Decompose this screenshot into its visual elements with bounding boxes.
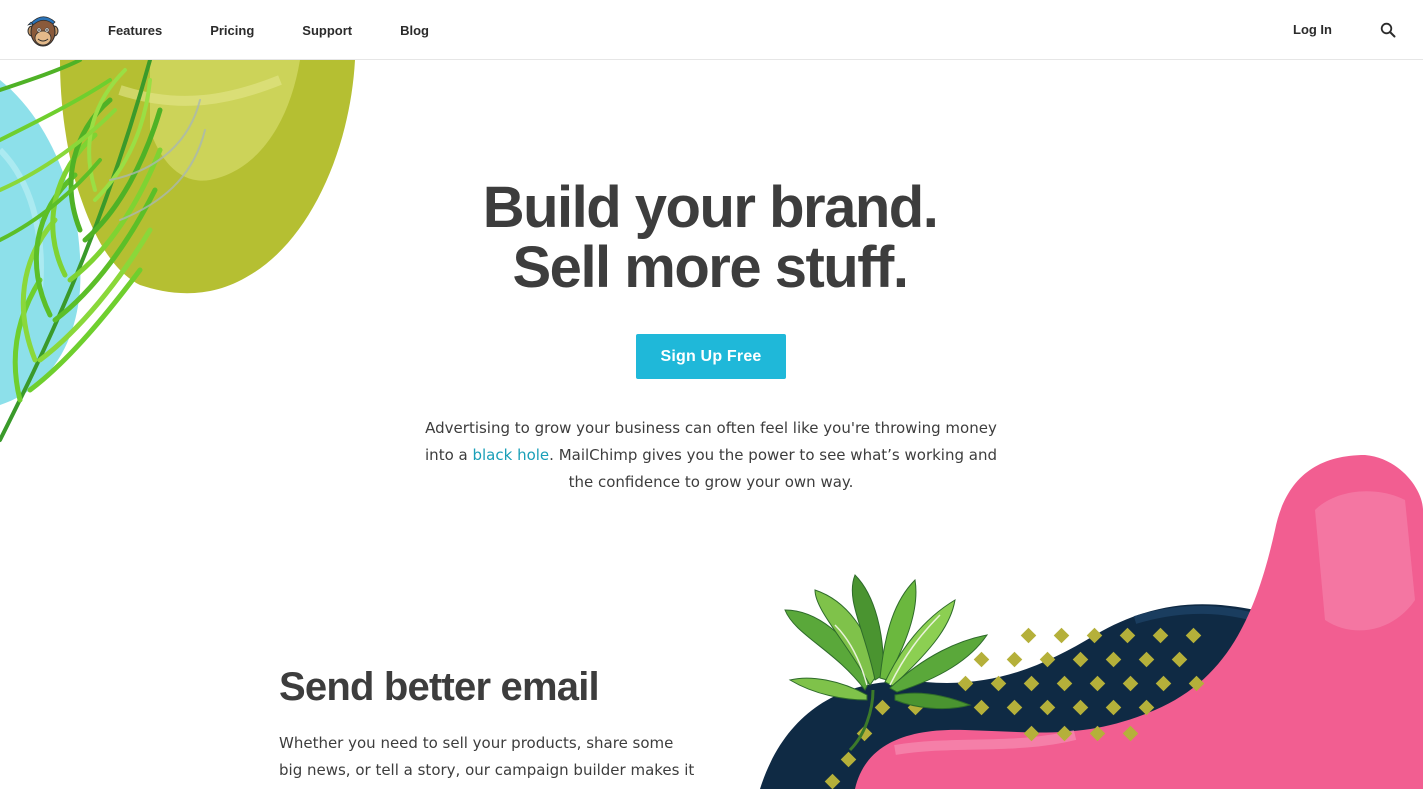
sign-up-free-button[interactable]: Sign Up Free bbox=[636, 334, 786, 379]
palm-leaf-illustration bbox=[0, 60, 355, 442]
search-icon bbox=[1380, 22, 1396, 38]
mailchimp-logo[interactable] bbox=[24, 11, 62, 49]
hero-title-line-1: Build your brand. bbox=[482, 175, 939, 240]
site-header: Features Pricing Support Blog Log In bbox=[0, 0, 1423, 60]
email-section-body: Whether you need to sell your products, … bbox=[279, 734, 695, 779]
search-button[interactable] bbox=[1380, 22, 1396, 38]
main-nav: Features Pricing Support Blog bbox=[108, 0, 477, 60]
plant-and-paint-illustration bbox=[760, 455, 1423, 789]
monkey-logo-icon bbox=[27, 16, 59, 47]
hero-description: Advertising to grow your business can of… bbox=[420, 415, 1002, 496]
hero-desc-part-2: . MailChimp gives you the power to see w… bbox=[549, 446, 997, 491]
hero-title: Build your brand. Sell more stuff. bbox=[360, 178, 1060, 298]
black-hole-link[interactable]: black hole bbox=[472, 446, 549, 464]
hero-title-line-2: Sell more stuff. bbox=[512, 235, 909, 300]
login-link[interactable]: Log In bbox=[1293, 22, 1332, 37]
nav-pricing[interactable]: Pricing bbox=[210, 23, 254, 38]
nav-features[interactable]: Features bbox=[108, 23, 162, 38]
send-better-email-heading: Send better email bbox=[279, 665, 600, 709]
nav-blog[interactable]: Blog bbox=[400, 23, 429, 38]
nav-support[interactable]: Support bbox=[302, 23, 352, 38]
